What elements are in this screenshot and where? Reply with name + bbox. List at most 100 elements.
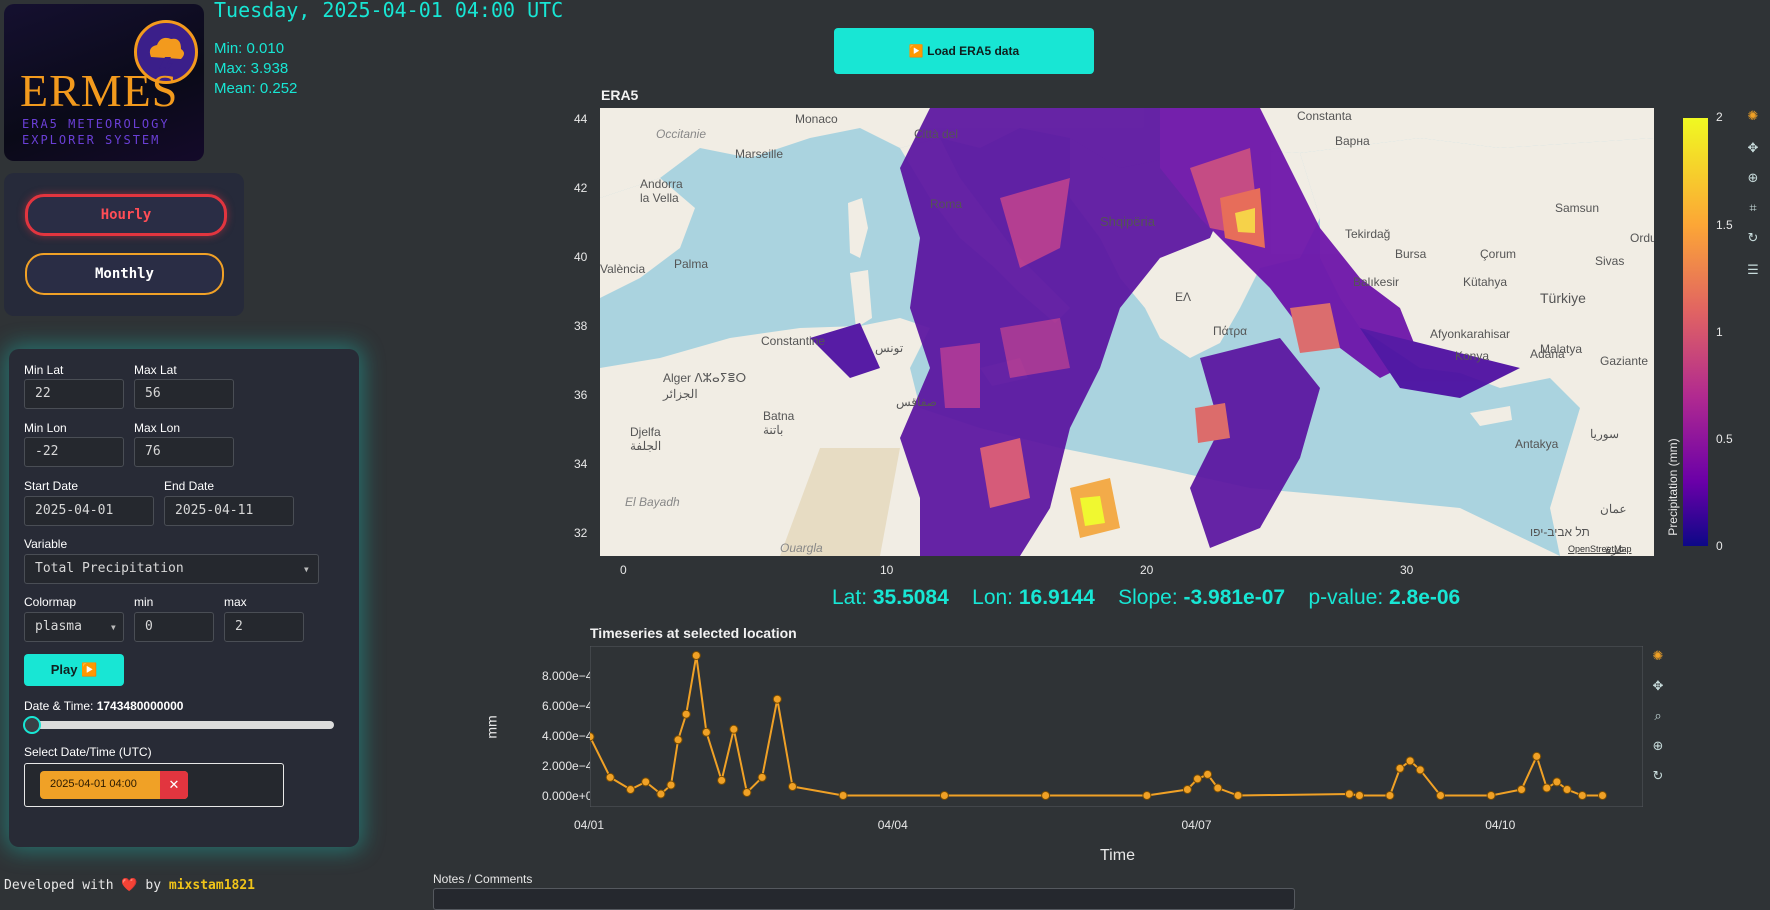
controls-panel: Min Lat 22 Max Lat 56 Min Lon -22 Max Lo… [9, 349, 359, 847]
wheel-zoom-icon[interactable]: ⊕ [1650, 738, 1666, 754]
heart-icon: ❤️ [121, 878, 138, 893]
svg-text:Occitanie: Occitanie [656, 127, 706, 141]
timeseries-point [691, 651, 701, 660]
notes-textarea[interactable] [433, 888, 1295, 910]
svg-text:Città del: Città del [914, 127, 958, 141]
svg-text:Ouargla: Ouargla [780, 541, 823, 555]
timeseries-point [1486, 791, 1496, 800]
timeseries-point [1385, 791, 1395, 800]
colorbar-tick: 0.5 [1716, 432, 1733, 446]
svg-text:EΛ: EΛ [1175, 290, 1191, 304]
app-logo: ERMES ERA5 METEOROLOGY EXPLORER SYSTEM [4, 4, 204, 161]
selected-datetime-tag: 2025-04-01 04:00 ✕ [40, 771, 188, 799]
monthly-button[interactable]: Monthly [25, 253, 224, 295]
map-y-tick: 44 [574, 112, 588, 126]
max-lat-label: Max Lat [134, 363, 177, 377]
box-zoom-icon[interactable]: ⌕ [1650, 708, 1666, 724]
wheel-zoom-icon[interactable]: ⊕ [1745, 170, 1761, 186]
slope-value: -3.981e-07 [1183, 586, 1286, 609]
start-date-input[interactable]: 2025-04-01 [24, 496, 154, 526]
svg-text:la Vella: la Vella [640, 191, 679, 205]
svg-text:الجلفة: الجلفة [630, 439, 661, 453]
hourly-button[interactable]: Hourly [25, 194, 227, 236]
precipitation-map[interactable]: Monaco Marseille Occitanie Andorra la Ve… [600, 108, 1654, 556]
max-lat-input[interactable]: 56 [134, 379, 234, 409]
colormap-select[interactable]: plasma [24, 612, 124, 642]
svg-text:Afyonkarahisar: Afyonkarahisar [1430, 327, 1510, 341]
svg-text:Batna: Batna [763, 409, 795, 423]
svg-text:València: València [600, 262, 645, 276]
selected-datetime-text: 2025-04-01 04:00 [50, 778, 137, 790]
bokeh-logo-icon[interactable]: ✺ [1745, 108, 1761, 124]
timeseries-y-tick: 6.000e−4 [542, 698, 593, 713]
colorbar [1683, 118, 1708, 546]
timeseries-x-tick: 04/01 [574, 818, 605, 832]
min-lat-label: Min Lat [24, 363, 64, 377]
map-x-tick: 0 [620, 563, 627, 577]
timeseries-point [1395, 763, 1405, 773]
svg-text:سوريا: سوريا [1590, 427, 1619, 441]
max-lon-input[interactable]: 76 [134, 437, 234, 467]
map-x-tick: 10 [880, 563, 894, 577]
svg-text:Constanta: Constanta [1297, 109, 1352, 123]
footer-credit: Developed with ❤️ by mixstam1821 [4, 878, 255, 893]
timeseries-x-tick: 04/07 [1181, 818, 1212, 832]
svg-text:Andorra: Andorra [640, 177, 683, 191]
pan-icon[interactable]: ✥ [1745, 140, 1761, 156]
bokeh-logo-icon[interactable]: ✺ [1650, 648, 1666, 664]
svg-text:Adana: Adana [1530, 347, 1565, 361]
mode-panel: Hourly Monthly [4, 173, 244, 316]
min-lat-input[interactable]: 22 [24, 379, 124, 409]
timeseries-point [788, 782, 797, 791]
colorbar-tick: 2 [1716, 110, 1723, 124]
timeseries-point [772, 694, 782, 704]
svg-text:Shqipëria: Shqipëria [1100, 214, 1156, 229]
stat-mean: Mean: 0.252 [214, 80, 298, 97]
hover-icon[interactable]: ☰ [1745, 262, 1761, 278]
svg-text:باتنة: باتنة [763, 423, 783, 437]
svg-text:Balıkesir: Balıkesir [1353, 275, 1399, 289]
timeseries-point [681, 709, 691, 719]
timeseries-point [939, 791, 949, 800]
variable-select[interactable]: Total Precipitation [24, 554, 319, 584]
remove-tag-close-icon[interactable]: ✕ [160, 771, 188, 799]
colorbar-tick: 0 [1716, 539, 1723, 553]
timeseries-y-tick: 0.000e+0 [542, 789, 593, 803]
svg-text:Türkiye: Türkiye [1540, 290, 1586, 306]
min-lon-input[interactable]: -22 [24, 437, 124, 467]
variable-label: Variable [24, 537, 68, 551]
svg-text:Palma: Palma [674, 257, 708, 271]
color-min-input[interactable]: 0 [134, 612, 214, 642]
svg-text:تونس: تونس [875, 341, 903, 355]
reset-icon[interactable]: ↻ [1650, 768, 1666, 784]
timeseries-point [717, 775, 727, 785]
svg-text:Antakya: Antakya [1515, 437, 1559, 451]
datetime-slider-handle[interactable] [23, 716, 41, 734]
timeseries-plot[interactable] [585, 645, 1644, 808]
datetime-slider-track[interactable] [24, 721, 334, 729]
load-era5-button[interactable]: ▶️ Load ERA5 data [834, 28, 1094, 74]
timeseries-point [1542, 783, 1552, 793]
box-select-icon[interactable]: ⌗ [1745, 200, 1761, 216]
play-button[interactable]: Play ▶️ [24, 654, 124, 686]
timeseries-point [1213, 783, 1223, 793]
timeseries-point [1355, 791, 1364, 800]
map-label: Monaco [795, 112, 838, 126]
pan-icon[interactable]: ✥ [1650, 678, 1666, 694]
svg-text:Sivas: Sivas [1595, 254, 1624, 268]
timeseries-point [729, 724, 739, 734]
color-max-input[interactable]: 2 [224, 612, 304, 642]
datetime-multiselect[interactable]: 2025-04-01 04:00 ✕ [24, 763, 284, 807]
color-max-label: max [224, 595, 247, 609]
end-date-input[interactable]: 2025-04-11 [164, 496, 294, 526]
selected-location-info: Lat: 35.5084 Lon: 16.9144 Slope: -3.981e… [832, 586, 1461, 609]
svg-text:Gaziante: Gaziante [1600, 354, 1648, 368]
datetime-slider-value: 1743480000000 [96, 699, 184, 713]
timeseries-y-tick: 8.000e−4 [542, 668, 593, 683]
svg-text:Alger ⴷⵣⴰⵢⴻⵔ: Alger ⴷⵣⴰⵢⴻⵔ [663, 371, 746, 385]
end-date-label: End Date [164, 479, 215, 493]
svg-text:Konya: Konya [1455, 349, 1489, 363]
timeseries-point [742, 788, 752, 797]
reset-icon[interactable]: ↻ [1745, 230, 1761, 246]
max-lon-label: Max Lon [134, 421, 181, 435]
